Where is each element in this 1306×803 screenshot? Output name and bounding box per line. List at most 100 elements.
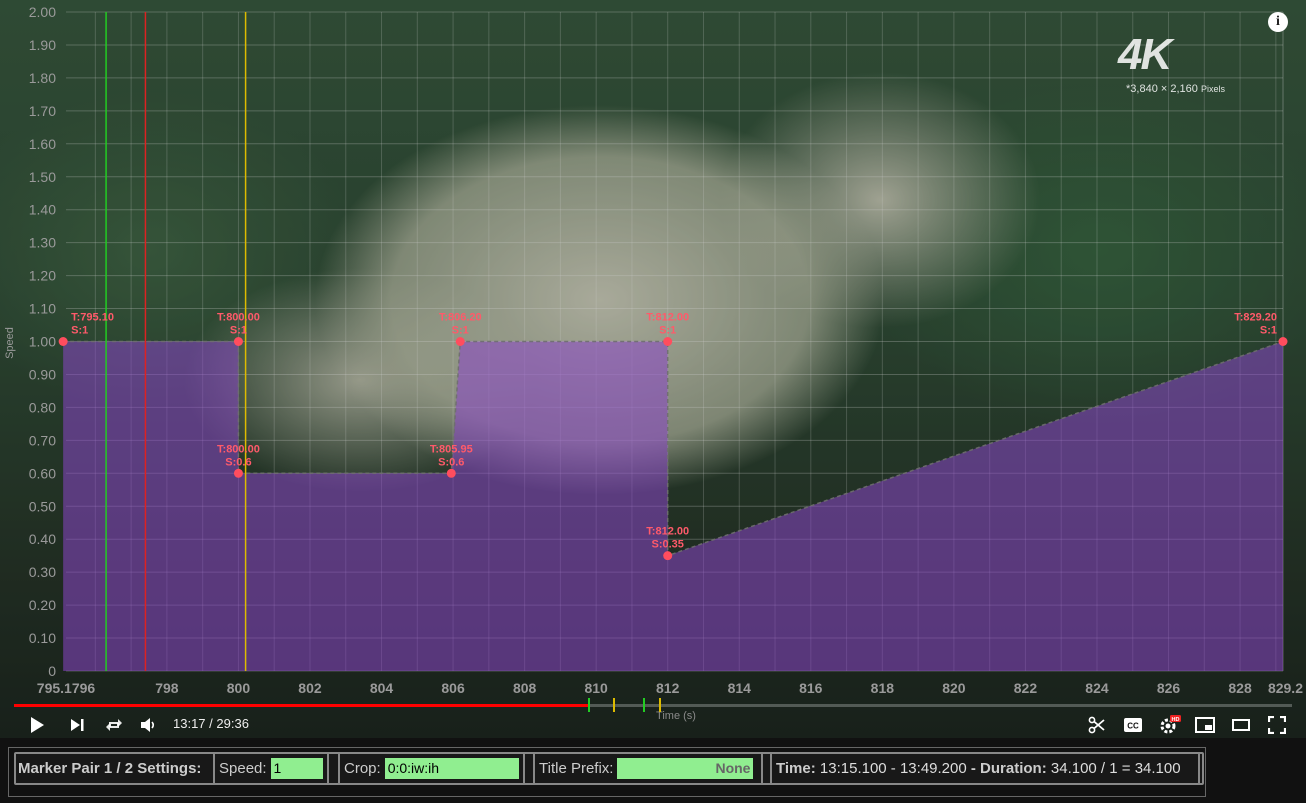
resolution-badge: *3,840 × 2,160 Pixels [1126, 83, 1225, 95]
progress-bar[interactable] [14, 698, 1292, 712]
y-tick-label: 1.50 [29, 169, 56, 185]
y-tick-label: 1.10 [29, 301, 56, 317]
x-tick-label: 806 [441, 680, 465, 696]
point-label-time: T:805.95 [430, 443, 473, 455]
progress-marker[interactable] [613, 698, 616, 712]
speed-input[interactable]: 1 [270, 758, 323, 779]
point-label-speed: S:0.6 [438, 456, 464, 468]
point-label-time: T:800.00 [217, 312, 260, 324]
info-icon[interactable]: i [1268, 12, 1288, 32]
svg-text:HD: HD [1172, 717, 1180, 723]
point-label-speed: S:0.35 [651, 539, 683, 551]
crop-label: Crop: [344, 760, 381, 777]
x-tick-label: 808 [513, 680, 537, 696]
point-label-time: T:795.10 [71, 312, 114, 324]
x-tick-label: 802 [298, 680, 322, 696]
title-prefix-label: Title Prefix: [539, 760, 614, 777]
volume-button[interactable] [137, 714, 159, 736]
settings-title: Marker Pair 1 / 2 Settings: [18, 760, 202, 777]
next-button[interactable] [66, 714, 88, 736]
y-tick-label: 0.30 [29, 564, 56, 580]
speed-point[interactable] [58, 337, 68, 346]
speed-point[interactable] [233, 468, 243, 478]
point-label-time: T:800.00 [217, 443, 260, 455]
speed-point[interactable] [663, 551, 673, 561]
speed-label: Speed: [219, 760, 267, 777]
x-axis-title: Time (s) [656, 710, 696, 722]
y-tick-label: 0.50 [29, 498, 56, 514]
captions-button[interactable]: CC [1122, 714, 1144, 736]
loop-icon [106, 719, 122, 731]
progress-marker[interactable] [642, 698, 645, 712]
loop-button[interactable] [103, 714, 125, 736]
speed-point[interactable] [663, 337, 673, 346]
settings-title-wrap: Marker Pair 1 / 2 Settings: [14, 752, 205, 785]
progress-marker[interactable] [659, 698, 662, 712]
point-label-speed: S:1 [71, 325, 88, 337]
settings-button[interactable]: HD [1158, 714, 1182, 736]
x-tick-label: 820 [942, 680, 966, 696]
point-label-time: T:812.00 [646, 312, 689, 324]
miniplayer-icon [1195, 717, 1215, 733]
y-tick-label: 0.40 [29, 531, 56, 547]
fullscreen-icon [1268, 716, 1286, 734]
y-tick-label: 1.80 [29, 70, 56, 86]
y-tick-label: 2.00 [29, 4, 56, 20]
duration-value: 34.100 / 1 = 34.100 [1050, 760, 1181, 777]
y-tick-label: 1.60 [29, 136, 56, 152]
x-tick-label: 824 [1085, 680, 1109, 696]
y-tick-label: 0.10 [29, 630, 56, 646]
speed-point[interactable] [1278, 337, 1288, 346]
y-tick-label: 0.60 [29, 465, 56, 481]
miniplayer-button[interactable] [1194, 714, 1216, 736]
fullscreen-button[interactable] [1266, 714, 1288, 736]
point-label-speed: S:0.6 [225, 456, 251, 468]
time-label: Time: [776, 760, 816, 777]
y-tick-label: 1.30 [29, 235, 56, 251]
video-frame[interactable]: T:795.10 S:1 T:800.00 S:1 T:800.00 S:0.6 T:805… [0, 0, 1306, 738]
point-label-time: T:806.20 [439, 312, 482, 324]
y-tick-label: 0.80 [29, 399, 56, 415]
duration-label: Duration: [980, 760, 1047, 777]
speed-point[interactable] [455, 337, 465, 346]
progress-fill [14, 704, 588, 707]
y-tick-label: 1.40 [29, 202, 56, 218]
y-tick-label: 1.00 [29, 334, 56, 350]
speed-field: Speed: 1 [213, 752, 329, 785]
title-prefix-input[interactable]: None [617, 758, 754, 779]
x-tick-label: 822 [1014, 680, 1038, 696]
point-label-speed: S:1 [230, 325, 247, 337]
speed-chart[interactable]: T:795.10S:1T:800.00S:1T:800.00S:0.6T:805… [0, 0, 1306, 738]
time-separator: / [209, 716, 213, 731]
clip-button[interactable] [1086, 714, 1108, 736]
total-time: 29:36 [216, 716, 249, 731]
x-tick-label: 814 [728, 680, 752, 696]
point-label-time: T:829.20 [1234, 312, 1277, 324]
title-prefix-field: Title Prefix: None [533, 752, 763, 785]
resolution-text: *3,840 × 2,160 [1126, 83, 1198, 95]
play-button[interactable] [26, 714, 48, 736]
speed-point[interactable] [446, 468, 456, 478]
captions-icon: CC [1124, 718, 1142, 732]
theater-mode-button[interactable] [1230, 714, 1252, 736]
svg-text:CC: CC [1127, 722, 1139, 731]
time-info: Time: 13:15.100 - 13:49.200 - Duration: … [770, 752, 1200, 785]
play-icon [31, 717, 44, 733]
progress-marker[interactable] [587, 698, 590, 712]
x-tick-label: 818 [871, 680, 895, 696]
x-tick-label: 812 [656, 680, 680, 696]
x-tick-label: 816 [799, 680, 823, 696]
x-tick-label: 800 [227, 680, 251, 696]
gear-icon: HD [1160, 715, 1181, 734]
point-label-speed: S:1 [659, 325, 676, 337]
volume-icon [141, 718, 155, 732]
time-range: 13:15.100 - 13:49.200 [819, 760, 967, 777]
x-tick-label: 826 [1157, 680, 1181, 696]
next-icon [71, 719, 84, 731]
y-tick-label: 0 [48, 663, 56, 679]
x-tick-label: 804 [370, 680, 394, 696]
crop-input[interactable]: 0:0:iw:ih [384, 758, 519, 779]
y-tick-label: 0.70 [29, 432, 56, 448]
y-tick-label: 1.90 [29, 37, 56, 53]
speed-point[interactable] [233, 337, 243, 346]
